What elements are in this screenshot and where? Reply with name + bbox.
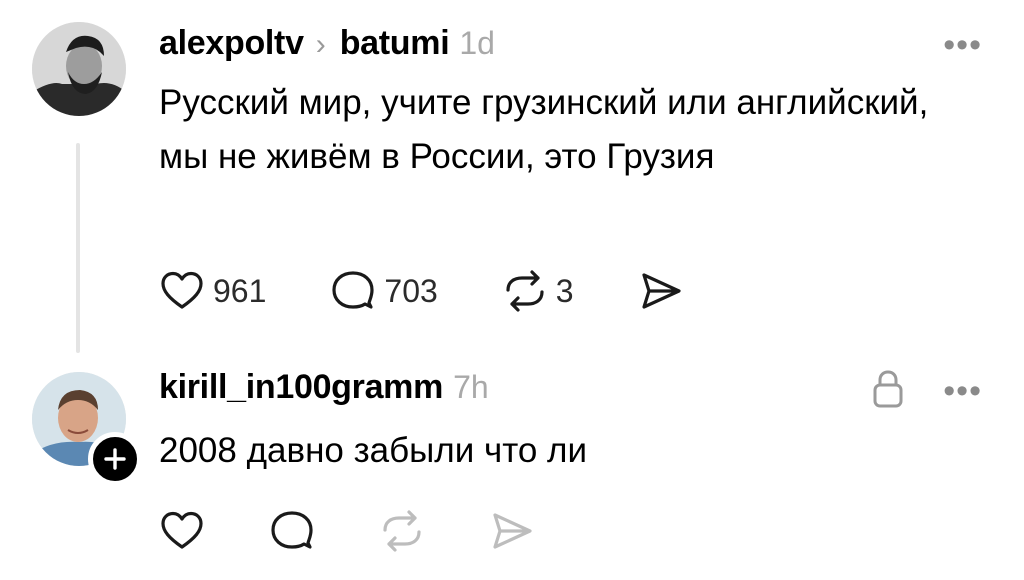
repost-icon	[506, 270, 544, 312]
plus-icon	[104, 448, 126, 470]
chevron-right-icon: ›	[315, 28, 326, 61]
repost-count: 3	[555, 272, 574, 309]
repost-button[interactable]	[379, 508, 425, 554]
repost-button[interactable]: 3	[502, 268, 574, 314]
comment-button[interactable]	[269, 508, 315, 554]
post-header: alexpoltv › batumi 1d	[159, 24, 495, 63]
comment-icon	[332, 271, 374, 309]
send-icon	[493, 513, 532, 549]
username[interactable]: alexpoltv	[159, 24, 304, 63]
heart-icon	[161, 271, 203, 309]
heart-icon	[161, 511, 203, 549]
avatar-image	[32, 22, 126, 116]
repost-icon	[383, 510, 421, 552]
comment-button[interactable]: 703	[330, 268, 438, 314]
like-button[interactable]	[159, 508, 205, 554]
post-text: Русский мир, учите грузинский или англий…	[159, 83, 929, 176]
action-bar	[159, 508, 535, 554]
post-text: 2008 давно забыли что ли	[159, 431, 588, 470]
follow-button[interactable]	[88, 432, 142, 486]
share-button[interactable]	[489, 508, 535, 554]
timestamp: 7h	[453, 369, 489, 405]
comment-icon	[271, 511, 313, 549]
timestamp: 1d	[459, 25, 495, 61]
like-count: 961	[213, 272, 267, 309]
action-bar: 961 703 3	[159, 268, 684, 314]
more-options-icon[interactable]: •••	[943, 28, 982, 62]
post-header: kirill_in100gramm 7h	[159, 368, 489, 407]
share-button[interactable]	[638, 268, 684, 314]
send-icon	[641, 273, 681, 309]
username[interactable]: kirill_in100gramm	[159, 368, 443, 407]
lock-icon	[873, 370, 903, 413]
comment-count: 703	[384, 272, 438, 309]
avatar-alexpoltv[interactable]	[32, 22, 126, 116]
community-name[interactable]: batumi	[340, 24, 450, 63]
more-options-icon[interactable]: •••	[943, 374, 982, 408]
thread-line	[76, 143, 80, 353]
like-button[interactable]: 961	[159, 268, 266, 314]
